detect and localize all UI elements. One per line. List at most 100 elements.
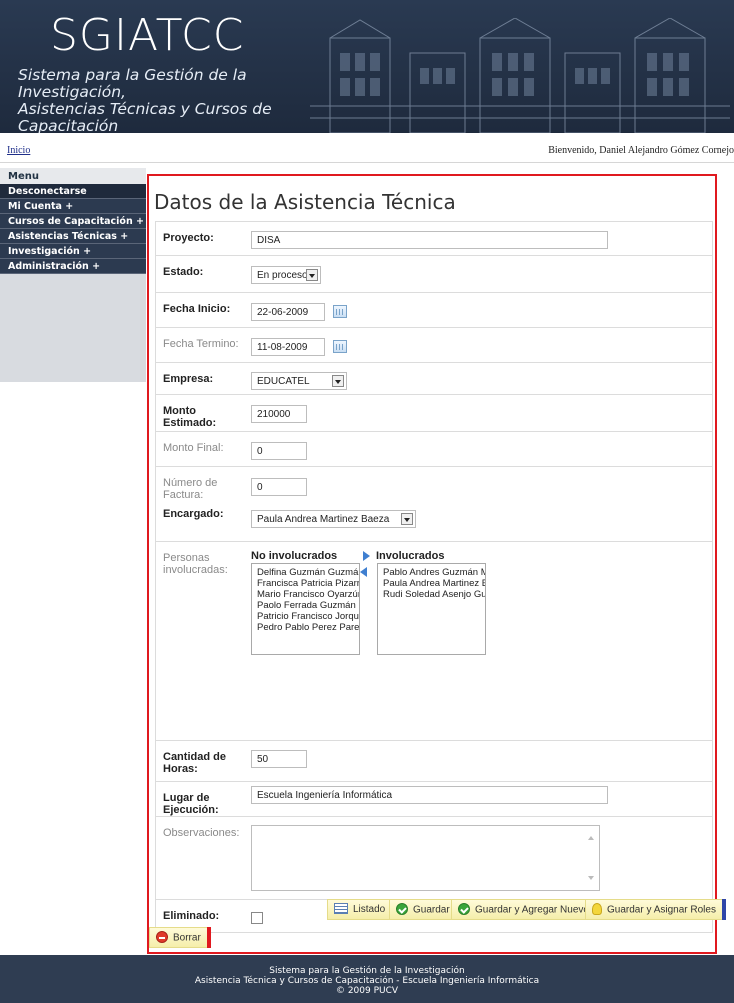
button-edge (721, 899, 726, 920)
row-estado: Estado: En proceso (156, 256, 712, 293)
estado-value: En proceso (257, 270, 308, 281)
row-lugar-ejecucion: Lugar de Ejecución: Escuela Ingeniería I… (156, 782, 712, 817)
guardar-button[interactable]: Guardar (389, 899, 460, 920)
calendar-icon[interactable] (333, 305, 347, 318)
eliminado-label: Eliminado: (163, 910, 220, 922)
monto-estimado-label: Monto Estimado: (163, 405, 217, 429)
cantidad-horas-input[interactable]: 50 (251, 750, 307, 768)
guardar-asignar-roles-button[interactable]: Guardar y Asignar Roles (585, 899, 726, 920)
eliminado-checkbox[interactable] (251, 912, 263, 924)
row-fecha-inicio: Fecha Inicio: 22-06-2009 (156, 293, 712, 328)
sidebar-item-asistencias[interactable]: Asistencias Técnicas + (0, 229, 146, 244)
sidebar-item-desconectarse[interactable]: Desconectarse (0, 184, 146, 199)
chevron-down-icon (306, 269, 318, 281)
footer-line-1: Sistema para la Gestión de la Investigac… (269, 966, 465, 976)
fecha-termino-label: Fecha Termino: (163, 338, 239, 350)
lightbulb-icon (592, 903, 602, 915)
list-item[interactable]: Mario Francisco Oyarzún (257, 589, 359, 600)
estado-select[interactable]: En proceso (251, 266, 321, 284)
cantidad-horas-label: Cantidad de Horas: (163, 751, 226, 775)
button-edge (206, 927, 211, 948)
sidebar: Menu Desconectarse Mi Cuenta + Cursos de… (0, 168, 146, 382)
sidebar-item-mi-cuenta[interactable]: Mi Cuenta + (0, 199, 146, 214)
footer-line-2: Asistencia Técnica y Cursos de Capacitac… (194, 976, 540, 986)
involucrados-list[interactable]: Pablo Andres Guzmán Ma Paula Andrea Mart… (377, 563, 486, 655)
numero-factura-label: Número de Factura: (163, 477, 218, 501)
calendar-icon[interactable] (333, 340, 347, 353)
move-right-icon[interactable] (363, 551, 370, 561)
scroll-up-icon[interactable] (588, 836, 594, 840)
list-item[interactable]: Francisca Patricia Pizarro (257, 578, 359, 589)
site-footer: Sistema para la Gestión de la Investigac… (0, 955, 734, 1003)
chevron-down-icon (401, 513, 413, 525)
observaciones-textarea[interactable] (251, 825, 600, 891)
fecha-termino-input[interactable]: 11-08-2009 (251, 338, 325, 356)
delete-icon (156, 931, 168, 943)
list-item[interactable]: Paolo Ferrada Guzmán (257, 600, 356, 611)
estado-label: Estado: (163, 266, 204, 278)
sidebar-item-cursos[interactable]: Cursos de Capacitación + (0, 214, 146, 229)
borrar-button-label: Borrar (173, 932, 201, 944)
check-icon (396, 903, 408, 915)
list-item[interactable]: Pedro Pablo Perez Paredes (257, 622, 359, 633)
list-item[interactable]: Pablo Andres Guzmán Ma (383, 567, 485, 578)
monto-final-input[interactable]: 0 (251, 442, 307, 460)
row-proyecto: Proyecto: DISA (156, 222, 712, 256)
monto-estimado-input[interactable]: 210000 (251, 405, 307, 423)
main-content: Datos de la Asistencia Técnica Proyecto:… (147, 174, 726, 954)
lugar-ejecucion-label: Lugar de Ejecución: (163, 792, 219, 816)
row-observaciones: Observaciones: (156, 817, 712, 900)
borrar-button[interactable]: Borrar (149, 927, 211, 948)
list-icon (334, 903, 348, 914)
welcome-text: Bienvenido, Daniel Alejandro Gómez Corne… (548, 145, 734, 156)
row-monto-final: Monto Final: 0 (156, 432, 712, 467)
numero-factura-input[interactable]: 0 (251, 478, 307, 496)
guardar-asignar-roles-label: Guardar y Asignar Roles (607, 904, 716, 916)
observaciones-label: Observaciones: (163, 827, 240, 839)
row-cantidad-horas: Cantidad de Horas: 50 (156, 741, 712, 782)
sidebar-item-investigacion[interactable]: Investigación + (0, 244, 146, 259)
move-left-icon[interactable] (360, 567, 367, 577)
lugar-ejecucion-input[interactable]: Escuela Ingeniería Informática (251, 786, 608, 804)
list-item[interactable]: Delfina Guzmán Guzmán (257, 567, 359, 578)
listado-button[interactable]: Listado (327, 899, 396, 920)
guardar-button-label: Guardar (413, 904, 450, 916)
subtitle-line-1: Sistema para la Gestión de la Investigac… (18, 66, 247, 101)
chevron-down-icon (332, 375, 344, 387)
subtitle-line-2: Asistencias Técnicas y Cursos de Capacit… (18, 100, 272, 134)
proyecto-input[interactable]: DISA (251, 231, 608, 249)
home-link[interactable]: Inicio (7, 145, 30, 156)
encargado-label: Encargado: (163, 508, 224, 520)
assistance-form: Proyecto: DISA Estado: En proceso Fecha … (155, 221, 713, 933)
scroll-down-icon[interactable] (588, 876, 594, 880)
no-involucrados-header: No involucrados (251, 550, 338, 562)
row-fecha-termino: Fecha Termino: 11-08-2009 (156, 328, 712, 363)
encargado-select[interactable]: Paula Andrea Martinez Baeza (251, 510, 416, 528)
list-item[interactable]: Patricio Francisco Jorque (257, 611, 359, 622)
row-personas: Personas involucradas: No involucrados I… (156, 542, 712, 741)
empresa-label: Empresa: (163, 373, 214, 385)
involucrados-header: Involucrados (376, 550, 445, 562)
top-bar: Inicio Bienvenido, Daniel Alejandro Góme… (0, 133, 734, 163)
fecha-inicio-label: Fecha Inicio: (163, 303, 231, 315)
page-title: Datos de la Asistencia Técnica (154, 190, 456, 214)
sidebar-item-administracion[interactable]: Administración + (0, 259, 146, 274)
encargado-value: Paula Andrea Martinez Baeza (257, 514, 390, 525)
monto-final-label: Monto Final: (163, 442, 224, 454)
empresa-value: EDUCATEL (257, 376, 310, 387)
footer-line-3: © 2009 PUCV (335, 986, 399, 996)
row-empresa: Empresa: EDUCATEL (156, 363, 712, 395)
empresa-select[interactable]: EDUCATEL (251, 372, 347, 390)
no-involucrados-list[interactable]: Delfina Guzmán Guzmán Francisca Patricia… (251, 563, 360, 655)
list-item[interactable]: Paula Andrea Martinez Ba (383, 578, 485, 589)
guardar-agregar-nuevo-button[interactable]: Guardar y Agregar Nuevo (451, 899, 599, 920)
row-numero-factura: Número de Factura: 0 (156, 467, 712, 507)
proyecto-label: Proyecto: (163, 232, 214, 244)
check-icon (458, 903, 470, 915)
sidebar-title: Menu (0, 168, 146, 184)
list-item[interactable]: Rudi Soledad Asenjo Gua (383, 589, 485, 600)
row-monto-estimado: Monto Estimado: 210000 (156, 395, 712, 432)
personas-label: Personas involucradas: (163, 552, 228, 576)
listado-button-label: Listado (353, 904, 386, 916)
fecha-inicio-input[interactable]: 22-06-2009 (251, 303, 325, 321)
